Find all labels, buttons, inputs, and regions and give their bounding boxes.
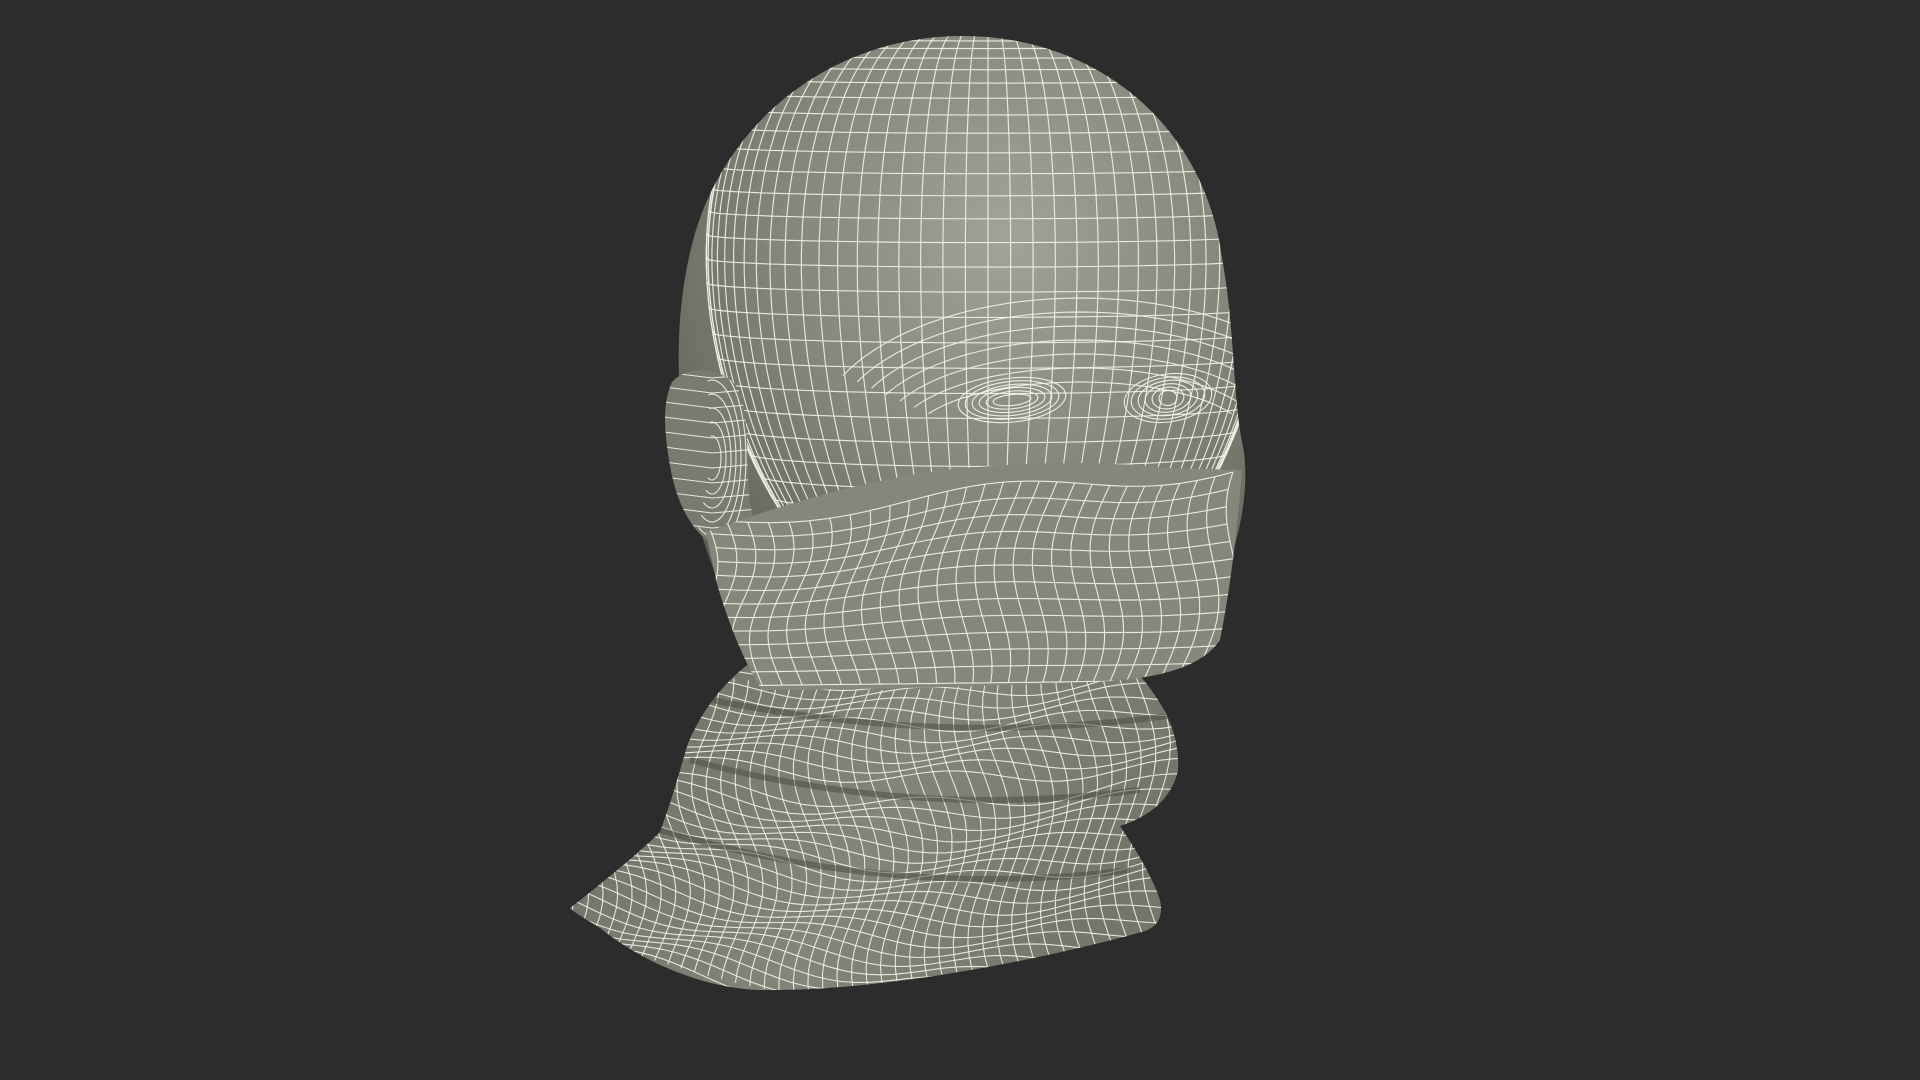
mesh-edge: [570, 660, 590, 935]
mesh-edge: [1171, 660, 1179, 991]
mesh-edge: [1186, 650, 1214, 1000]
wireframe-render: [570, 31, 1246, 1000]
mesh-edge: [824, 34, 1151, 35]
mesh-edge: [570, 660, 575, 931]
mesh-edge: [840, 31, 1137, 32]
neck-gaiter-folds: [570, 650, 1214, 1000]
render-viewport: [0, 0, 1920, 1080]
